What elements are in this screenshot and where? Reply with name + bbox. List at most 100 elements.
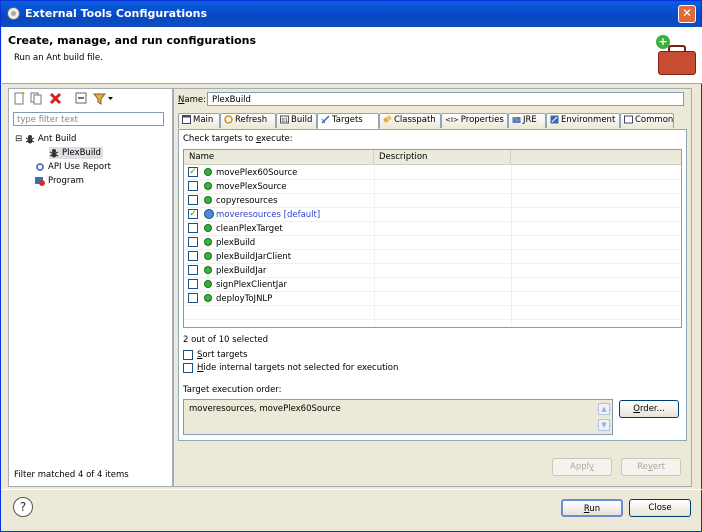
revert-button[interactable]: Revert (621, 458, 681, 476)
target-icon (204, 280, 212, 288)
target-checkbox[interactable]: ✓ (188, 209, 198, 219)
tab-label: JRE (523, 115, 537, 125)
name-label: Name: (178, 95, 206, 105)
header-subtitle: Run an Ant build file. (14, 53, 103, 63)
table-row[interactable]: plexBuildJarClient (184, 250, 681, 264)
table-row[interactable]: copyresources (184, 194, 681, 208)
close-window-icon[interactable]: ✕ (678, 5, 696, 23)
tree-item-program[interactable]: Program (35, 175, 84, 187)
target-name: copyresources (216, 196, 278, 206)
build-icon: 01 (280, 115, 289, 124)
selection-summary: 2 out of 10 selected (183, 335, 269, 345)
tab-refresh[interactable]: Refresh (220, 113, 276, 128)
tab-label: Properties (460, 115, 504, 125)
table-row[interactable]: movePlexSource (184, 180, 681, 194)
execution-order-label: Target execution order: (183, 385, 282, 395)
tree-item-plexbuild[interactable]: PlexBuild (49, 147, 103, 159)
hide-internal-checkbox[interactable] (183, 363, 193, 373)
common-icon (624, 115, 633, 124)
filter-icon[interactable] (93, 92, 106, 105)
target-name: deployToJNLP (216, 294, 273, 304)
apply-button[interactable]: Apply (552, 458, 612, 476)
order-button[interactable]: Order... (619, 400, 679, 418)
table-row[interactable]: plexBuild (184, 236, 681, 250)
header-title: Create, manage, and run configurations (8, 34, 257, 47)
tab-common[interactable]: Common (620, 113, 674, 128)
sort-targets-checkbox[interactable] (183, 350, 193, 360)
target-name: cleanPlexTarget (216, 224, 283, 234)
target-checkbox[interactable]: ✓ (188, 167, 198, 177)
scroll-down-icon[interactable]: ▼ (598, 419, 610, 431)
tab-environment[interactable]: Environment (546, 113, 620, 128)
refresh-icon (224, 115, 233, 124)
collapse-all-icon[interactable] (75, 92, 88, 105)
target-checkbox[interactable] (188, 265, 198, 275)
svg-text:01: 01 (282, 118, 288, 124)
table-row[interactable]: ✓ moveresources [default] (184, 208, 681, 222)
tab-jre[interactable]: JRE (508, 113, 546, 128)
target-icon (204, 168, 212, 176)
environment-icon (550, 115, 559, 124)
tree-label: PlexBuild (62, 148, 101, 158)
tab-targets[interactable]: Targets (317, 113, 379, 129)
target-checkbox[interactable] (188, 181, 198, 191)
classpath-icon (383, 115, 392, 123)
targets-icon (321, 115, 330, 124)
help-icon[interactable]: ? (13, 497, 33, 517)
tree-item-ant-build[interactable]: ⊟ Ant Build (15, 133, 76, 145)
delete-icon[interactable] (49, 92, 62, 105)
target-name: movePlexSource (216, 182, 287, 192)
tab-label: Targets (332, 115, 363, 125)
configurations-panel: type filter text ⊟ Ant Build PlexBuild A… (8, 88, 173, 487)
target-checkbox[interactable] (188, 223, 198, 233)
targets-table: Name Description ✓ movePlex60Source movePl… (183, 149, 682, 328)
target-name: moveresources [default] (216, 210, 321, 220)
filter-input[interactable]: type filter text (13, 112, 164, 126)
expander-icon[interactable]: ⊟ (15, 134, 22, 144)
target-checkbox[interactable] (188, 251, 198, 261)
program-icon (35, 176, 45, 186)
target-checkbox[interactable] (188, 237, 198, 247)
target-checkbox[interactable] (188, 293, 198, 303)
tree-item-api-use-report[interactable]: API Use Report (35, 161, 111, 173)
name-input[interactable]: PlexBuild (207, 92, 684, 106)
tab-label: Common (635, 115, 674, 125)
scroll-up-icon[interactable]: ▲ (598, 403, 610, 415)
footer-separator (2, 489, 702, 490)
target-icon (204, 266, 212, 274)
tab-label: Main (193, 115, 214, 125)
dialog-window: External Tools Configurations ✕ Create, … (0, 0, 702, 532)
tab-classpath[interactable]: Classpath (379, 113, 441, 128)
column-header-name[interactable]: Name (184, 150, 374, 165)
execution-order-field[interactable]: moveresources, movePlex60Source ▲ ▼ (183, 399, 613, 435)
filter-status: Filter matched 4 of 4 items (14, 470, 129, 480)
tab-properties[interactable]: <I> Properties (441, 113, 508, 128)
tab-label: Classpath (394, 115, 436, 125)
check-targets-label: Check targets to execute: (183, 134, 293, 144)
chevron-down-icon[interactable] (107, 92, 114, 105)
duplicate-icon[interactable] (30, 92, 43, 105)
table-row[interactable]: ✓ movePlex60Source (184, 166, 681, 180)
table-row[interactable]: deployToJNLP (184, 292, 681, 306)
run-button[interactable]: Run (561, 499, 623, 517)
column-header-description[interactable]: Description (374, 150, 511, 165)
table-row[interactable]: plexBuildJar (184, 264, 681, 278)
default-target-icon (204, 209, 214, 219)
table-row[interactable]: signPlexClientJar (184, 278, 681, 292)
toolbox-icon: + (656, 35, 696, 77)
tree-label: Program (48, 176, 84, 186)
targets-panel: Check targets to execute: Name Descripti… (178, 129, 687, 441)
tab-main[interactable]: Main (178, 113, 220, 128)
new-config-icon[interactable] (13, 92, 26, 105)
target-checkbox[interactable] (188, 195, 198, 205)
target-icon (204, 182, 212, 190)
close-button[interactable]: Close (629, 499, 691, 517)
sort-targets-label: Sort targets (197, 350, 248, 360)
target-checkbox[interactable] (188, 279, 198, 289)
window-title: External Tools Configurations (25, 7, 208, 20)
table-row[interactable]: cleanPlexTarget (184, 222, 681, 236)
tree-label: API Use Report (48, 162, 111, 172)
tab-build[interactable]: 01 Build (276, 113, 317, 128)
ant-icon (25, 134, 35, 143)
target-name: signPlexClientJar (216, 280, 287, 290)
